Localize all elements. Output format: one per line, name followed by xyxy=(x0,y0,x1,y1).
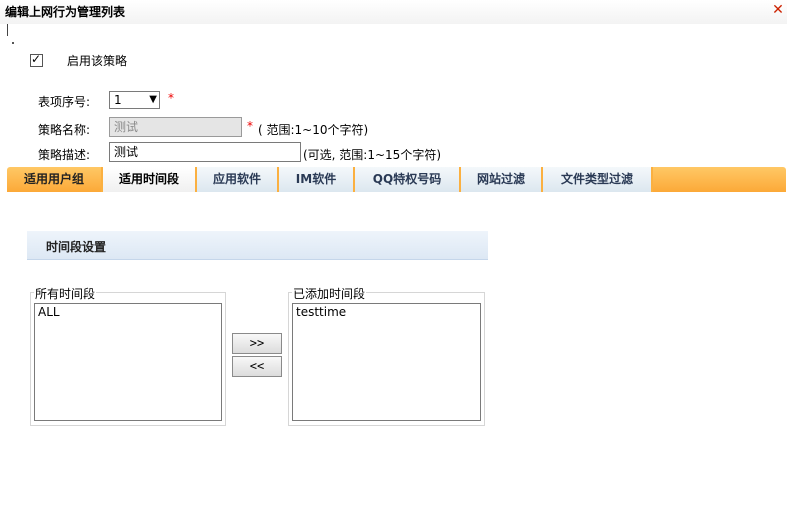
desc-label: 策略描述: xyxy=(38,148,91,162)
tab-website-filter[interactable]: 网站过滤 xyxy=(461,167,543,192)
index-value: 1 xyxy=(114,93,122,107)
add-button[interactable]: >> xyxy=(232,333,282,354)
added-periods-list[interactable]: testtime xyxy=(292,303,481,421)
title-bar: 编辑上网行为管理列表 ✕ xyxy=(0,0,787,24)
available-periods-list[interactable]: ALL xyxy=(34,303,222,421)
desc-hint: (可选, 范围:1~15个字符) xyxy=(303,148,441,162)
tab-im-software[interactable]: IM软件 xyxy=(279,167,355,192)
policy-name-field[interactable]: 测试 xyxy=(109,117,242,137)
list-item[interactable]: ALL xyxy=(38,305,60,319)
tab-user-group[interactable]: 适用用户组 xyxy=(7,167,103,192)
checkmark-icon: ✓ xyxy=(31,51,42,66)
enable-row: ✓ 启用该策略 xyxy=(30,52,127,68)
required-mark: * xyxy=(168,91,174,105)
available-periods-group: 所有时间段 ALL xyxy=(30,285,226,426)
text-caret xyxy=(7,24,8,36)
decorative-dot xyxy=(12,42,14,44)
tab-qq-privilege[interactable]: QQ特权号码 xyxy=(355,167,461,192)
policy-desc-field[interactable]: 测试 xyxy=(109,142,301,162)
tab-time-period[interactable]: 适用时间段 xyxy=(103,167,197,192)
tab-filetype-filter[interactable]: 文件类型过滤 xyxy=(543,167,653,192)
section-title: 时间段设置 xyxy=(46,240,107,254)
window-title: 编辑上网行为管理列表 xyxy=(5,5,126,19)
section-header: 时间段设置 xyxy=(27,231,488,260)
list-item[interactable]: testtime xyxy=(296,305,346,319)
name-hint: ( 范围:1~10个字符) xyxy=(258,123,369,137)
index-label: 表项序号: xyxy=(38,95,91,109)
added-periods-group: 已添加时间段 testtime xyxy=(288,285,485,426)
remove-button[interactable]: << xyxy=(232,356,282,377)
enable-policy-label: 启用该策略 xyxy=(67,53,128,68)
required-mark: * xyxy=(247,119,253,133)
index-select[interactable]: 1 ▼ xyxy=(109,91,160,109)
available-legend: 所有时间段 xyxy=(34,285,97,302)
enable-policy-checkbox[interactable]: ✓ xyxy=(30,51,43,67)
chevron-down-icon: ▼ xyxy=(149,94,157,105)
added-legend: 已添加时间段 xyxy=(292,285,367,302)
name-label: 策略名称: xyxy=(38,123,91,137)
tab-bar: 适用用户组 适用时间段 应用软件 IM软件 QQ特权号码 网站过滤 文件类型过滤 xyxy=(7,167,786,192)
close-icon[interactable]: ✕ xyxy=(771,2,785,18)
tab-app-software[interactable]: 应用软件 xyxy=(197,167,279,192)
